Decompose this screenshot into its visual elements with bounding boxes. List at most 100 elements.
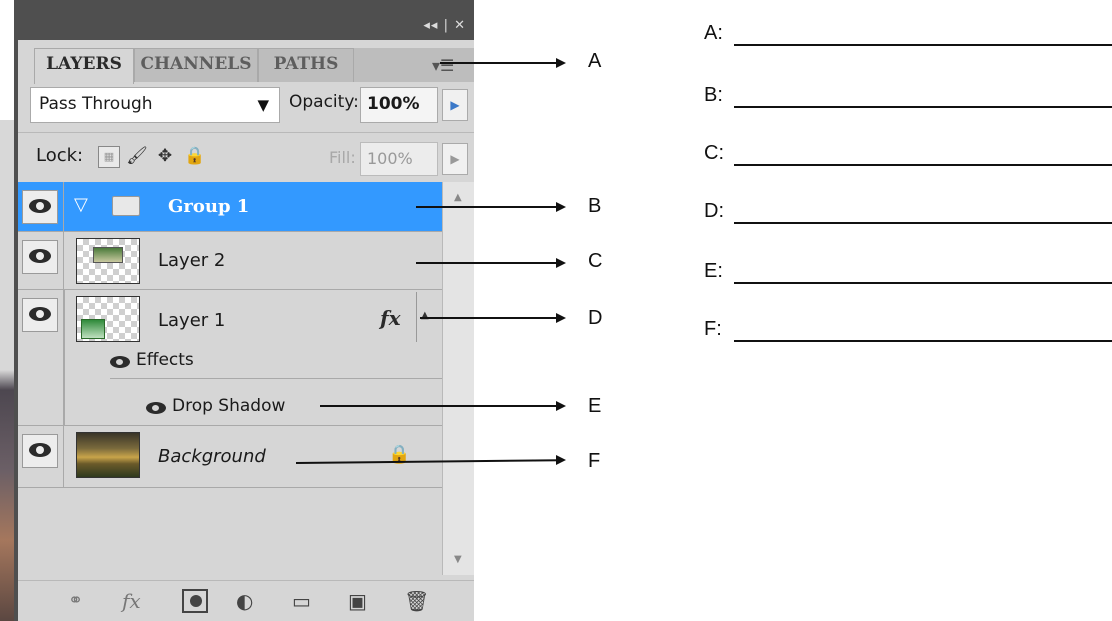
layer-name: Layer 2 <box>158 250 226 271</box>
visibility-toggle[interactable] <box>22 434 58 468</box>
layer-name: Background <box>158 446 266 467</box>
effects-label: Effects <box>136 350 194 370</box>
fill-input[interactable]: 100% <box>360 142 438 176</box>
callout-label-e: E <box>588 395 602 417</box>
layer-thumbnail <box>76 432 140 478</box>
drop-shadow-effect[interactable]: Drop Shadow <box>172 396 285 416</box>
callout-label-b: B <box>588 195 602 217</box>
tab-paths[interactable]: PATHS <box>258 48 354 82</box>
panel-window-buttons[interactable]: ◂◂ | ✕ <box>423 18 466 33</box>
folder-icon[interactable]: ▭ <box>292 589 311 613</box>
layer-thumbnail <box>76 238 140 284</box>
lock-image-pixels-icon[interactable]: 🖌 <box>126 146 148 168</box>
new-layer-icon[interactable]: ▣ <box>348 589 367 613</box>
callout-label-c: C <box>588 250 603 272</box>
fill-slider-button[interactable]: ▶ <box>442 143 468 175</box>
answer-line-e[interactable] <box>734 282 1112 284</box>
layers-list: ▽ Group 1 Layer 2 Layer 1 fx ▲ Effects D… <box>18 182 442 575</box>
chevron-down-icon: ▼ <box>257 96 269 114</box>
eye-icon <box>29 307 51 321</box>
arrowhead-icon <box>556 313 566 323</box>
background-photo-edge <box>0 0 14 621</box>
arrowhead-icon <box>556 202 566 212</box>
eye-icon[interactable] <box>110 356 130 368</box>
folder-icon <box>112 196 140 216</box>
layer-effects-fx-icon[interactable]: fx <box>380 306 401 330</box>
callout-label-a: A <box>588 50 602 72</box>
callout-arrow-b <box>416 206 560 208</box>
eye-icon <box>29 249 51 263</box>
disclosure-triangle-icon[interactable]: ▽ <box>74 194 88 215</box>
row-separator <box>64 290 65 426</box>
eye-icon[interactable] <box>146 402 166 414</box>
visibility-cell[interactable] <box>18 182 64 231</box>
layer-thumbnail <box>76 296 140 342</box>
callout-arrow-e <box>320 405 560 407</box>
layers-scrollbar[interactable]: ▲ ▼ <box>442 182 474 575</box>
answer-label-b: B: <box>704 84 723 106</box>
callout-label-f: F <box>588 450 601 472</box>
lock-label: Lock: <box>36 145 84 166</box>
mask-circle <box>190 595 202 607</box>
eye-icon <box>29 443 51 457</box>
answer-line-f[interactable] <box>734 340 1112 342</box>
answer-label-d: D: <box>704 200 724 222</box>
adjustment-icon[interactable]: ◐ <box>236 589 253 613</box>
link-icon[interactable]: ⚭ <box>68 589 83 613</box>
lock-transparent-pixels-icon[interactable]: ▦ <box>98 146 120 168</box>
callout-arrow-a <box>440 62 560 64</box>
layers-panel: ◂◂ | ✕ LAYERS CHANNELS PATHS ▾☰ Pass Thr… <box>14 0 474 621</box>
callout-arrow-c <box>416 262 560 264</box>
blend-mode-select[interactable]: Pass Through ▼ <box>30 87 280 123</box>
fill-label: Fill: <box>329 148 356 167</box>
arrowhead-icon <box>556 58 566 68</box>
visibility-toggle[interactable] <box>22 298 58 332</box>
layer-row-layer-2[interactable]: Layer 2 <box>18 232 442 290</box>
opacity-label: Opacity: <box>289 92 359 112</box>
answer-label-e: E: <box>704 260 723 282</box>
callout-arrow-d <box>420 317 560 319</box>
arrowhead-icon <box>556 401 566 411</box>
answer-label-c: C: <box>704 142 724 164</box>
visibility-cell[interactable] <box>18 232 64 289</box>
collapse-effects-icon[interactable]: ▲ <box>421 310 429 321</box>
fx-separator <box>416 292 417 342</box>
panel-menu-icon[interactable]: ▾☰ <box>432 56 454 75</box>
divider <box>18 132 474 133</box>
visibility-cell[interactable] <box>18 290 64 425</box>
callout-label-d: D <box>588 307 603 329</box>
thumbnail-image <box>93 247 123 263</box>
opacity-slider-button[interactable]: ▶ <box>442 89 468 121</box>
answer-line-a[interactable] <box>734 44 1112 46</box>
answer-line-c[interactable] <box>734 164 1112 166</box>
effects-divider <box>110 378 442 379</box>
opacity-input[interactable]: 100% <box>360 87 438 123</box>
mask-icon[interactable] <box>182 589 208 613</box>
layer-row-background[interactable]: Background 🔒 <box>18 426 442 488</box>
arrowhead-icon <box>556 258 566 268</box>
scroll-down-icon[interactable]: ▼ <box>454 554 462 565</box>
visibility-toggle[interactable] <box>22 240 58 274</box>
layer-name: Layer 1 <box>158 310 226 331</box>
visibility-cell[interactable] <box>18 426 64 487</box>
layer-name: Group 1 <box>168 196 250 217</box>
lock-all-icon[interactable]: 🔒 <box>184 146 206 168</box>
answer-label-f: F: <box>704 318 722 340</box>
panel-titlebar: ◂◂ | ✕ <box>14 0 474 40</box>
tab-layers[interactable]: LAYERS <box>34 48 134 84</box>
thumbnail-image <box>81 319 105 339</box>
answer-line-b[interactable] <box>734 106 1112 108</box>
answer-label-a: A: <box>704 22 723 44</box>
arrowhead-icon <box>556 455 566 465</box>
trash-icon[interactable]: 🗑 <box>404 589 429 613</box>
tab-channels[interactable]: CHANNELS <box>134 48 258 82</box>
visibility-toggle[interactable] <box>22 190 58 224</box>
answer-line-d[interactable] <box>734 222 1112 224</box>
blend-mode-value: Pass Through <box>39 94 153 114</box>
fx-icon[interactable]: fx <box>122 589 141 613</box>
scroll-up-icon[interactable]: ▲ <box>454 192 462 203</box>
layer-row-group-1[interactable]: ▽ Group 1 <box>18 182 442 232</box>
eye-icon <box>29 199 51 213</box>
lock-position-icon[interactable]: ✥ <box>154 146 176 168</box>
panel-bottom-toolbar: ⚭ fx ◐ ▭ ▣ 🗑 <box>18 580 474 621</box>
